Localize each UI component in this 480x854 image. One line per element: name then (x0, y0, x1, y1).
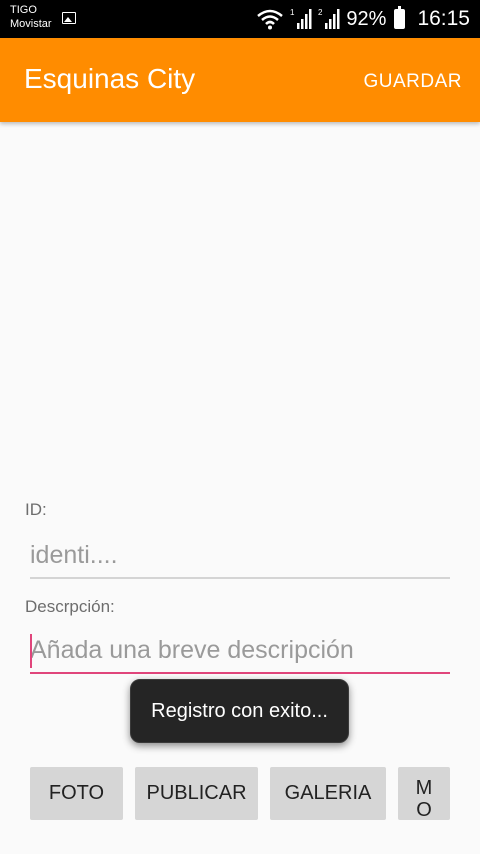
id-placeholder: identi.... (30, 541, 118, 569)
sim-1-label: 1 (290, 8, 295, 17)
id-input[interactable]: identi.... (30, 535, 450, 579)
foto-button[interactable]: FOTO (30, 767, 123, 820)
id-label: ID: (25, 500, 47, 519)
battery-icon (394, 6, 406, 29)
signal-sim1-icon: 1 (290, 8, 312, 29)
app-bar: Esquinas City GUARDAR (0, 38, 480, 122)
carrier-names: TIGO Movistar (10, 3, 52, 31)
sim-2-label: 2 (318, 8, 323, 17)
carrier-1: TIGO (10, 4, 37, 16)
galeria-button[interactable]: GALERIA (270, 767, 386, 820)
mostrar-button[interactable]: MOS (398, 767, 450, 820)
carrier-2: Movistar (10, 18, 52, 30)
gallery-notification-icon (62, 12, 76, 24)
battery-percent: 92% (346, 7, 387, 30)
description-label: Descrpción: (25, 597, 115, 616)
clock: 16:15 (417, 7, 470, 30)
description-placeholder: Añada una breve descripción (30, 636, 354, 664)
app-title: Esquinas City (24, 63, 196, 94)
status-indicators: 1 2 92% 16:15 (256, 0, 470, 38)
text-cursor (30, 634, 32, 668)
description-input[interactable]: Añada una breve descripción (30, 630, 450, 674)
save-button[interactable]: GUARDAR (363, 71, 462, 93)
publicar-button[interactable]: PUBLICAR (135, 767, 258, 820)
wifi-icon (257, 9, 284, 30)
status-bar: TIGO Movistar 1 2 92% 16:15 (0, 0, 480, 38)
toast-message: Registro con exito... (130, 679, 349, 743)
signal-sim2-icon: 2 (318, 8, 340, 29)
